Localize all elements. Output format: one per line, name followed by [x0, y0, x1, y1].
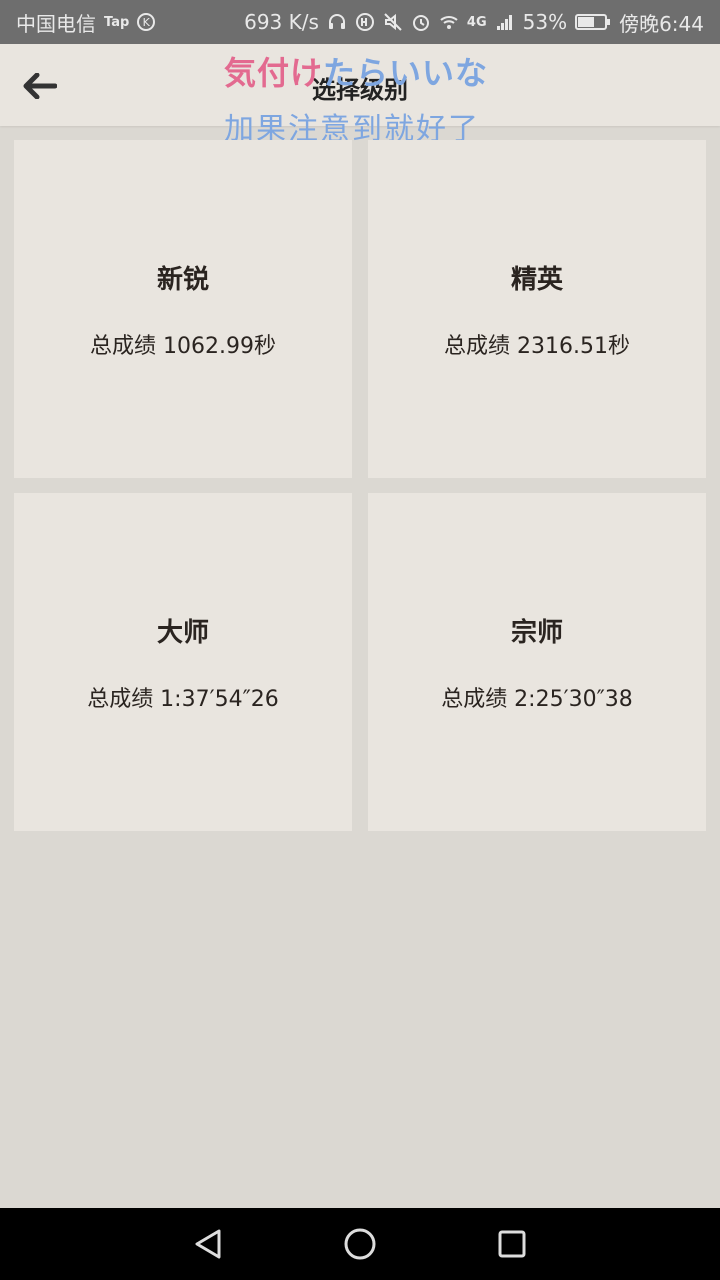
overlay-jp-blue: たらいいな	[323, 54, 489, 92]
network-tag: 4G	[466, 14, 487, 30]
level-card-grandmaster[interactable]: 宗师 总成绩 2:25′30″38	[368, 493, 706, 831]
triangle-back-icon	[195, 1229, 221, 1259]
circle-home-icon	[344, 1228, 376, 1260]
nav-back-button[interactable]	[184, 1220, 232, 1268]
level-card-elite[interactable]: 精英 总成绩 2316.51秒	[368, 140, 706, 478]
wifi-icon	[440, 16, 458, 29]
status-right: 693 K/s 4G 53% 傍晚6:44	[244, 8, 704, 37]
net-speed: 693 K/s	[244, 10, 319, 34]
battery-percent: 53%	[522, 10, 568, 34]
level-name: 大师	[156, 617, 209, 648]
nav-home-button[interactable]	[336, 1220, 384, 1268]
level-name: 新锐	[156, 264, 209, 295]
headphones-icon	[328, 14, 345, 29]
data-saver-icon	[355, 13, 374, 31]
k-badge-icon: K	[137, 13, 156, 31]
clock: 傍晚6:44	[619, 11, 704, 36]
battery-icon	[575, 14, 611, 30]
level-name: 宗师	[510, 617, 563, 648]
nav-recents-button[interactable]	[488, 1220, 536, 1268]
level-name: 精英	[510, 264, 563, 295]
square-recents-icon	[498, 1230, 526, 1258]
level-card-newcomer[interactable]: 新锐 总成绩 1062.99秒	[14, 140, 352, 478]
mute-icon	[384, 13, 402, 31]
status-left: 中国电信 Tap K	[16, 8, 156, 37]
carrier-label: 中国电信	[16, 11, 96, 36]
navigation-bar	[0, 1208, 720, 1280]
level-score: 总成绩 2316.51秒	[444, 333, 630, 359]
status-bar: 中国电信 Tap K 693 K/s 4G 53% 傍晚6:44	[0, 0, 720, 44]
overlay-jp-red: 気付け	[224, 54, 324, 92]
alarm-icon	[412, 15, 429, 31]
tap-label: Tap	[104, 14, 130, 30]
level-score: 总成绩 1062.99秒	[90, 333, 276, 359]
signal-icon	[496, 15, 512, 30]
level-card-master[interactable]: 大师 总成绩 1:37′54″26	[14, 493, 352, 831]
overlay-caption-jp: 気付けたらいいな	[224, 48, 488, 94]
level-score: 总成绩 1:37′54″26	[87, 686, 279, 712]
level-score: 总成绩 2:25′30″38	[441, 686, 633, 712]
